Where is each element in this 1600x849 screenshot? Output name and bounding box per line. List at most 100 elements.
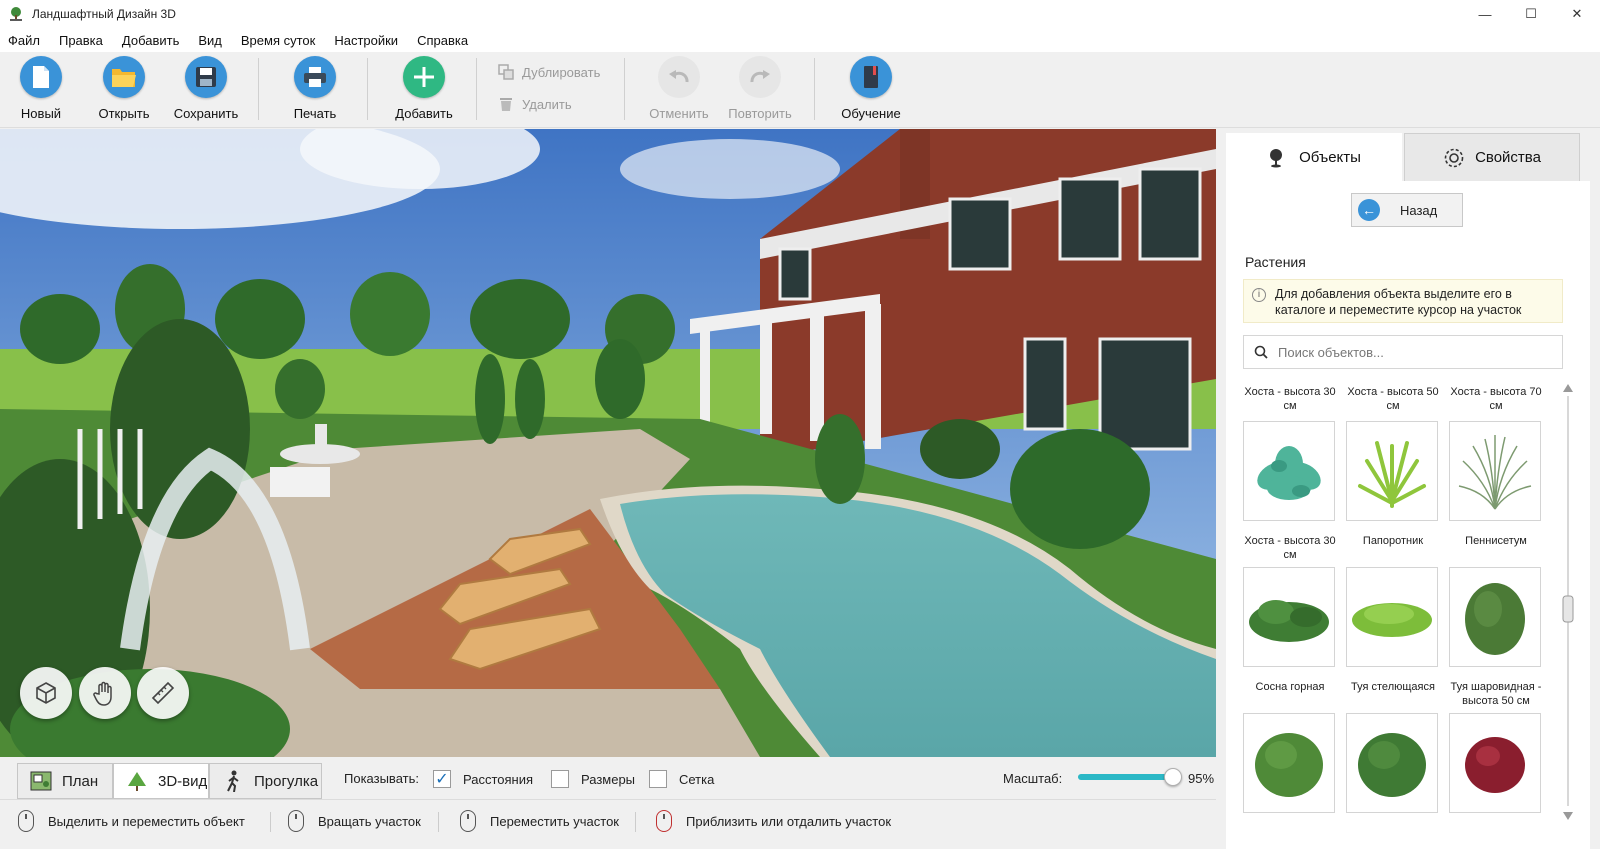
arrow-left-icon: ←: [1358, 199, 1380, 221]
plan-map-icon: [30, 771, 52, 791]
book-icon: [850, 56, 892, 98]
sizes-checkbox[interactable]: Размеры: [551, 770, 635, 788]
undo-icon: [658, 56, 700, 98]
tree-icon: [1270, 148, 1283, 167]
duplicate-icon: [498, 64, 514, 80]
status-bar: Выделить и переместить объект Вращать уч…: [0, 799, 1216, 849]
menu-settings[interactable]: Настройки: [334, 33, 398, 48]
toolbar-separator: [258, 58, 259, 120]
menu-add[interactable]: Добавить: [122, 33, 179, 48]
status-separator: [270, 812, 271, 832]
list-item-caption: Хоста - высота 70 см: [1450, 386, 1542, 412]
scale-slider-fill: [1078, 774, 1173, 780]
catalog-item[interactable]: Папоротник: [1346, 421, 1440, 548]
open-folder-icon: [103, 56, 145, 98]
menu-help[interactable]: Справка: [417, 33, 468, 48]
hand-icon: [93, 681, 112, 706]
right-panel: Объекты Свойства ← Назад Растения i Для …: [1218, 129, 1600, 849]
creeping-thuja-icon: [1346, 567, 1438, 667]
scale-slider-thumb[interactable]: [1164, 768, 1182, 786]
menu-bar: Файл Правка Добавить Вид Время суток Нас…: [0, 28, 1600, 52]
app-tree-icon: [8, 6, 24, 22]
add-button[interactable]: Добавить: [383, 56, 465, 121]
hosta-plant-icon: [1243, 421, 1335, 521]
globe-thuja-icon: [1449, 567, 1541, 667]
menu-file[interactable]: Файл: [8, 33, 40, 48]
list-item-caption: Хоста - высота 30 см: [1244, 386, 1336, 412]
toolbar-separator: [624, 58, 625, 120]
category-title: Растения: [1245, 254, 1306, 270]
hint-select-move: Выделить и переместить объект: [18, 810, 245, 832]
back-button[interactable]: ← Назад: [1351, 193, 1463, 227]
catalog-item[interactable]: Хоста - высота 30 см: [1243, 421, 1337, 562]
catalog-item[interactable]: Сосна горная: [1243, 567, 1337, 694]
hint-box: i Для добавления объекта выделите его в …: [1243, 279, 1563, 323]
duplicate-button[interactable]: Дублировать: [498, 64, 600, 80]
tab-properties[interactable]: Свойства: [1404, 133, 1580, 182]
search-icon: [1254, 345, 1268, 359]
catalog-item[interactable]: [1346, 713, 1440, 826]
status-separator: [635, 812, 636, 832]
scale-label: Масштаб:: [1003, 771, 1063, 786]
3d-view-button[interactable]: 3D-вид: [113, 763, 209, 799]
trash-icon: [498, 96, 514, 112]
cube-rotate-icon: [36, 682, 56, 704]
rotate-view-button[interactable]: [20, 667, 72, 719]
catalog-item[interactable]: Туя стелющаяся: [1346, 567, 1440, 694]
objects-panel: ← Назад Растения i Для добавления объект…: [1226, 181, 1590, 849]
scale-slider[interactable]: [1078, 768, 1182, 786]
save-button[interactable]: Сохранить: [165, 56, 247, 121]
open-button[interactable]: Открыть: [83, 56, 165, 121]
distances-checkbox[interactable]: ✓ Расстояния: [433, 770, 533, 788]
plus-icon: [403, 56, 445, 98]
toolbar-separator: [476, 58, 477, 120]
catalog-item[interactable]: Пеннисетум: [1449, 421, 1543, 548]
fern-plant-icon: [1346, 421, 1438, 521]
toolbar-separator: [367, 58, 368, 120]
undo-button[interactable]: Отменить: [638, 56, 720, 121]
objects-scrollbar[interactable]: [1562, 382, 1574, 822]
walk-view-button[interactable]: Прогулка: [209, 763, 322, 799]
view-bar: План 3D-вид Прогулка Показывать: ✓ Расст…: [0, 757, 1216, 799]
tutorial-button[interactable]: Обучение: [830, 56, 912, 121]
menu-edit[interactable]: Правка: [59, 33, 103, 48]
walking-person-icon: [227, 770, 239, 792]
grass-plant-icon: [1449, 421, 1541, 521]
hint-move: Переместить участок: [460, 810, 619, 832]
hint-rotate: Вращать участок: [288, 810, 421, 832]
hint-zoom: Приблизить или отдалить участок: [656, 810, 891, 832]
catalog-item[interactable]: [1449, 713, 1543, 826]
maximize-button[interactable]: ☐: [1508, 0, 1554, 28]
redo-button[interactable]: Повторить: [719, 56, 801, 121]
pan-view-button[interactable]: [79, 667, 131, 719]
menu-view[interactable]: Вид: [198, 33, 222, 48]
catalog-item[interactable]: [1243, 713, 1337, 826]
scroll-up-icon[interactable]: [1563, 384, 1573, 392]
mouse-left-click-icon: [18, 810, 34, 832]
status-separator: [438, 812, 439, 832]
new-file-icon: [20, 56, 62, 98]
measure-button[interactable]: [137, 667, 189, 719]
catalog-item[interactable]: Туя шаровидная - высота 50 см: [1449, 567, 1543, 708]
grid-checkbox[interactable]: Сетка: [649, 770, 714, 788]
new-button[interactable]: Новый: [0, 56, 82, 121]
menu-time-of-day[interactable]: Время суток: [241, 33, 315, 48]
mouse-wheel-icon: [656, 810, 672, 832]
scroll-down-icon[interactable]: [1563, 812, 1573, 820]
3d-viewport[interactable]: [0, 129, 1216, 757]
search-input[interactable]: Поиск объектов...: [1243, 335, 1563, 369]
scroll-thumb[interactable]: [1562, 595, 1574, 623]
shrub-icon: [1346, 713, 1438, 813]
print-button[interactable]: Печать: [274, 56, 356, 121]
show-label: Показывать:: [344, 771, 419, 786]
minimize-button[interactable]: —: [1462, 0, 1508, 28]
close-button[interactable]: ✕: [1554, 0, 1600, 28]
ruler-icon: [151, 681, 175, 705]
3d-tree-icon: [128, 772, 146, 791]
plan-view-button[interactable]: План: [17, 763, 113, 799]
toolbar-separator: [814, 58, 815, 120]
delete-button[interactable]: Удалить: [498, 96, 572, 112]
tab-objects[interactable]: Объекты: [1226, 133, 1402, 182]
objects-grid: Хоста - высота 30 см Хоста - высота 50 с…: [1243, 385, 1553, 849]
window-title: Ландшафтный Дизайн 3D: [32, 7, 176, 21]
